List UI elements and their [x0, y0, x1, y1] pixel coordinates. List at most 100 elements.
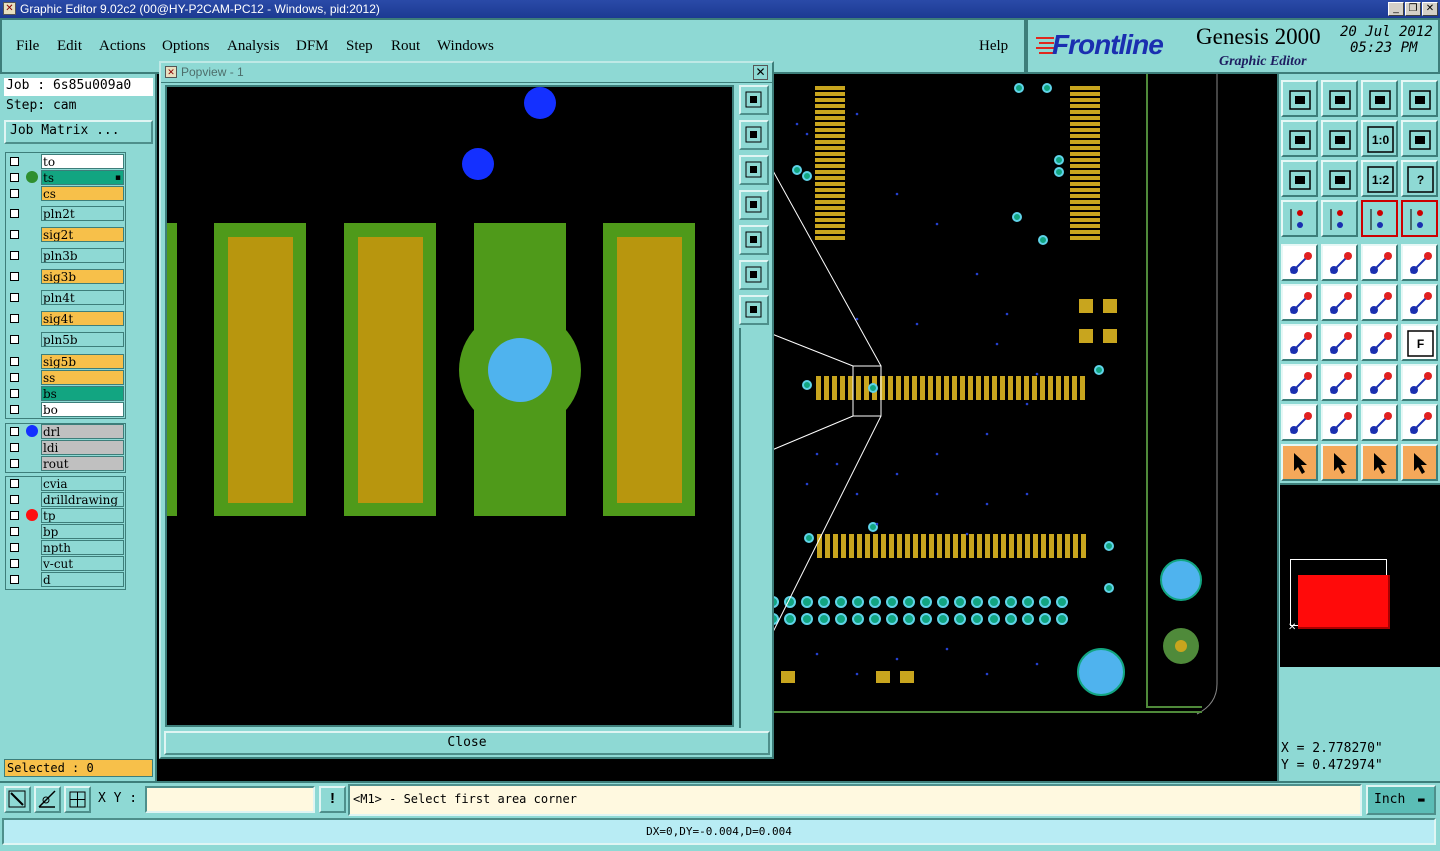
layer-row-ts[interactable]: ts ▪	[7, 170, 124, 185]
s-curve-button[interactable]	[1401, 120, 1438, 157]
layer-name[interactable]: drilldrawing	[41, 492, 124, 507]
layer-row-pln4t[interactable]: pln4t	[7, 290, 124, 305]
layer-checkbox[interactable]	[10, 272, 19, 281]
layer-checkbox[interactable]	[10, 427, 19, 436]
page-up-button[interactable]	[739, 120, 769, 150]
layer-checkbox[interactable]	[10, 443, 19, 452]
layer-row-sig2t[interactable]: sig2t	[7, 227, 124, 242]
layer-name[interactable]: sig5b	[41, 354, 124, 369]
layer-row-ss[interactable]: ss	[7, 370, 124, 385]
select-pad-button[interactable]	[1401, 244, 1438, 281]
layer-name[interactable]: cvia	[41, 476, 124, 491]
triangle-select-button[interactable]	[1281, 404, 1318, 441]
layer-name[interactable]: pln2t	[41, 206, 124, 221]
xy-input[interactable]	[145, 786, 315, 813]
layer-row-pln5b[interactable]: pln5b	[7, 332, 124, 347]
layer-name[interactable]: d	[41, 572, 124, 587]
help-button[interactable]: ?	[1401, 160, 1438, 197]
layer-row-to[interactable]: to	[7, 154, 124, 169]
layer-name[interactable]: npth	[41, 540, 124, 555]
layer-row-pln3b[interactable]: pln3b	[7, 248, 124, 263]
zoom-fit-button[interactable]	[739, 85, 769, 115]
delete-feature-button[interactable]	[1321, 284, 1358, 321]
page-right-button[interactable]	[739, 225, 769, 255]
layer-name[interactable]: tp	[41, 508, 124, 523]
layer-checkbox[interactable]	[10, 251, 19, 260]
menu-actions[interactable]: Actions	[99, 38, 146, 55]
grid-snap-button[interactable]	[64, 786, 91, 813]
select-arrow-button[interactable]	[1361, 444, 1398, 481]
layer-name[interactable]: bs	[41, 386, 124, 401]
layer-name[interactable]: drl	[41, 424, 124, 439]
layer-name[interactable]: to	[41, 154, 124, 169]
menu-file[interactable]: File	[16, 38, 39, 55]
layer-name[interactable]: rout	[41, 456, 124, 471]
layer-checkbox[interactable]	[10, 389, 19, 398]
measure-button[interactable]	[34, 786, 61, 813]
arc-button[interactable]	[1361, 324, 1398, 361]
page-left-button[interactable]	[739, 190, 769, 220]
zoom-center-button[interactable]	[1321, 160, 1358, 197]
zoom-in-button[interactable]	[739, 295, 769, 325]
popview-close-icon[interactable]: ✕	[753, 65, 768, 80]
layer-checkbox[interactable]	[10, 527, 19, 536]
layer-row-rout[interactable]: rout	[7, 456, 124, 471]
layer-row-bs[interactable]: bs	[7, 386, 124, 401]
layer-row-tp[interactable]: tp	[7, 508, 124, 523]
pan-left-button[interactable]	[1281, 120, 1318, 157]
popview-close-button[interactable]: Close	[164, 731, 770, 755]
slant-line-button[interactable]	[1321, 324, 1358, 361]
layer-checkbox[interactable]	[10, 314, 19, 323]
layer-name[interactable]: sig2t	[41, 227, 124, 242]
layer-checkbox[interactable]	[10, 479, 19, 488]
page-down-button[interactable]	[739, 155, 769, 185]
layer-row-bp[interactable]: bp	[7, 524, 124, 539]
layer-checkbox[interactable]	[10, 575, 19, 584]
layer-name[interactable]: ts ▪	[41, 170, 124, 185]
layer-row-cvia[interactable]: cvia	[7, 476, 124, 491]
menu-help[interactable]: Help	[979, 38, 1008, 55]
alert-button[interactable]: !	[319, 786, 346, 813]
layer-row-sig3b[interactable]: sig3b	[7, 269, 124, 284]
layer-checkbox[interactable]	[10, 293, 19, 302]
minimize-button[interactable]: _	[1388, 2, 1404, 16]
move-down-layer-button[interactable]	[1321, 80, 1358, 117]
layer-name[interactable]: cs	[41, 186, 124, 201]
layer-checkbox[interactable]	[10, 511, 19, 520]
triangle-bar-button[interactable]	[1361, 404, 1398, 441]
text-button[interactable]: F	[1401, 324, 1438, 361]
layer-checkbox[interactable]	[10, 209, 19, 218]
zoom-fit-button[interactable]	[1281, 160, 1318, 197]
pointer-button[interactable]	[1281, 444, 1318, 481]
layer-row-d[interactable]: d	[7, 572, 124, 587]
stretch-button[interactable]	[1361, 364, 1398, 401]
layer-checkbox[interactable]	[10, 357, 19, 366]
layer-row-cs[interactable]: cs	[7, 186, 124, 201]
measure-tool-button[interactable]	[1281, 200, 1318, 237]
layer-name[interactable]: v-cut	[41, 556, 124, 571]
zoom-out-button[interactable]	[739, 260, 769, 290]
route-button[interactable]	[1401, 444, 1438, 481]
pan-right-button[interactable]	[1321, 120, 1358, 157]
layer-checkbox[interactable]	[10, 230, 19, 239]
layer-checkbox[interactable]	[10, 559, 19, 568]
menu-options[interactable]: Options	[162, 38, 210, 55]
units-dropdown[interactable]: Inch ▬	[1366, 785, 1436, 815]
snap-pad-active-button[interactable]	[1401, 200, 1438, 237]
layer-row-v-cut[interactable]: v-cut	[7, 556, 124, 571]
split-view-button[interactable]	[1401, 80, 1438, 117]
layer-row-sig5b[interactable]: sig5b	[7, 354, 124, 369]
triangle-outline-button[interactable]	[1401, 404, 1438, 441]
layer-checkbox[interactable]	[10, 405, 19, 414]
menu-windows[interactable]: Windows	[437, 38, 494, 55]
layer-name[interactable]: pln5b	[41, 332, 124, 347]
grid-button[interactable]	[1321, 200, 1358, 237]
layer-checkbox[interactable]	[10, 543, 19, 552]
menu-edit[interactable]: Edit	[57, 38, 82, 55]
layer-row-pln2t[interactable]: pln2t	[7, 206, 124, 221]
copy-pad-button[interactable]	[1401, 364, 1438, 401]
layer-row-ldi[interactable]: ldi	[7, 440, 124, 455]
layer-row-drilldrawing[interactable]: drilldrawing	[7, 492, 124, 507]
layer-checkbox[interactable]	[10, 189, 19, 198]
job-matrix-button[interactable]: Job Matrix ...	[4, 120, 153, 144]
